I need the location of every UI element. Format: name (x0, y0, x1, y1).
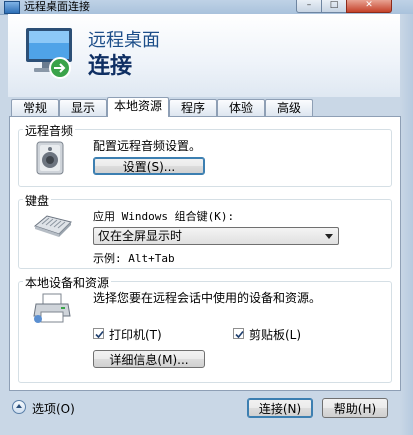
keyboard-combo-select[interactable]: 仅在全屏显示时 (93, 227, 339, 245)
keyboard-icon (33, 215, 72, 237)
tab-advanced[interactable]: 高级 (265, 99, 313, 116)
audio-group-legend: 远程音频 (23, 122, 76, 139)
tab-display[interactable]: 显示 (59, 99, 107, 116)
expand-options-icon (12, 400, 26, 414)
maximize-button[interactable]: □ (321, 0, 347, 13)
keyboard-combo-label: 应用 Windows 组合键(K): (93, 210, 235, 223)
local-resources-panel: 远程音频 配置远程音频设置。 设置(S)... 键盘 应用 Windows 组合… (9, 116, 401, 391)
speaker-icon (36, 141, 64, 175)
tab-programs[interactable]: 程序 (169, 99, 217, 116)
checkmark-icon (95, 330, 104, 339)
tab-experience[interactable]: 体验 (217, 99, 265, 116)
printers-checkbox[interactable] (93, 328, 104, 339)
help-button[interactable]: 帮助(H) (322, 398, 388, 418)
devices-group: 本地设备和资源 选择您要在远程会话中使用的设备和资源。 打印机(T) 剪贴板(L… (18, 274, 392, 383)
remote-desktop-app-icon (4, 1, 20, 14)
window-title: 远程桌面连接 (24, 0, 90, 13)
title-bar: 远程桌面连接 – □ ✕ (0, 0, 413, 15)
connect-button[interactable]: 连接(N) (247, 398, 313, 418)
keyboard-group-legend: 键盘 (23, 192, 52, 209)
printers-label[interactable]: 打印机(T) (109, 326, 162, 343)
header-title-line2: 连接 (88, 54, 133, 79)
tab-strip: 常规 显示 本地资源 程序 体验 高级 (9, 97, 401, 117)
audio-group: 远程音频 配置远程音频设置。 设置(S)... (18, 122, 392, 187)
printer-device-icon (33, 293, 71, 323)
more-details-button[interactable]: 详细信息(M)... (93, 350, 205, 368)
minimize-button[interactable]: – (296, 0, 322, 13)
audio-settings-button[interactable]: 设置(S)... (93, 157, 205, 175)
keyboard-group: 键盘 应用 Windows 组合键(K): 仅在全屏显示时 示例: Alt+Ta… (18, 192, 392, 269)
devices-description: 选择您要在远程会话中使用的设备和资源。 (93, 291, 322, 305)
clipboard-label[interactable]: 剪贴板(L) (249, 326, 301, 343)
tab-general[interactable]: 常规 (11, 99, 59, 116)
close-button[interactable]: ✕ (346, 0, 392, 13)
options-label: 选项(O) (32, 402, 75, 416)
header-banner: 远程桌面 连接 (8, 14, 400, 97)
keyboard-example: 示例: Alt+Tab (93, 252, 175, 265)
tab-local-resources[interactable]: 本地资源 (107, 97, 169, 117)
audio-description: 配置远程音频设置。 (93, 139, 202, 153)
clipboard-checkbox[interactable] (233, 328, 244, 339)
window-frame (400, 14, 413, 435)
chevron-down-icon (325, 234, 333, 239)
keyboard-combo-selected: 仅在全屏显示时 (98, 229, 183, 243)
remote-desktop-monitor-icon (26, 28, 72, 79)
checkmark-icon (235, 330, 244, 339)
